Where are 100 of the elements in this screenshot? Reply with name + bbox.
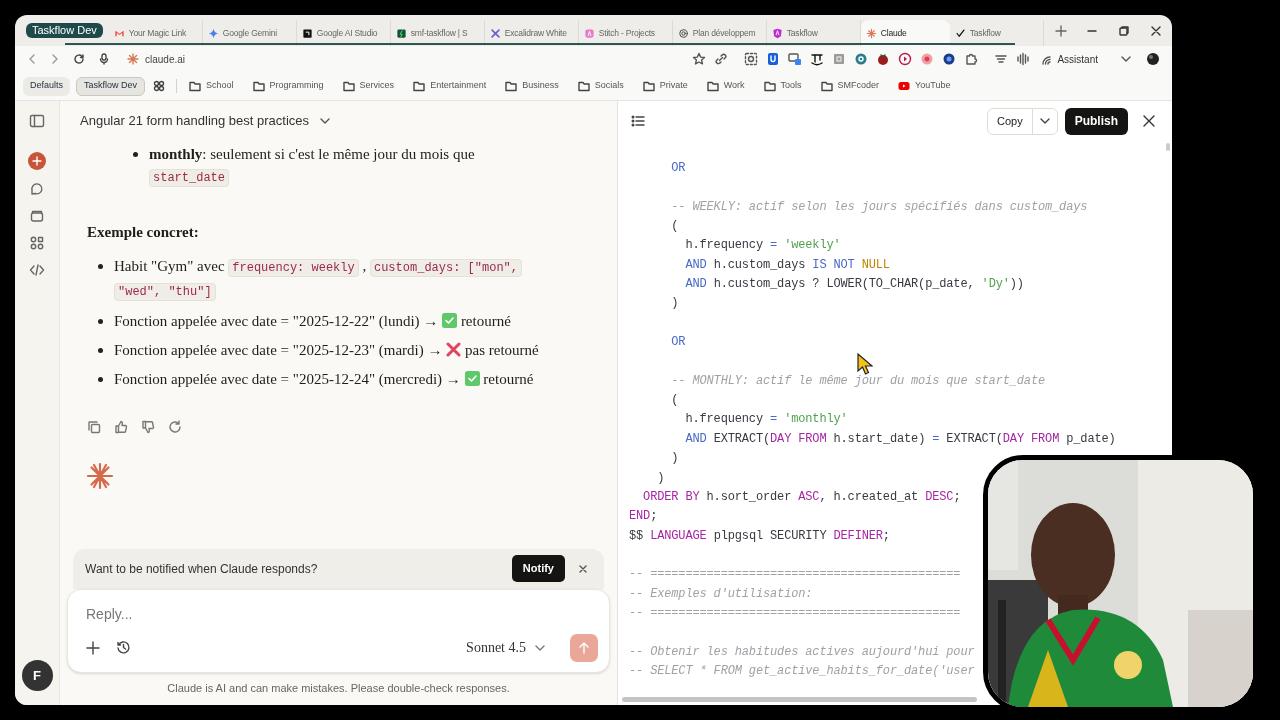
chat-title[interactable]: Angular 21 form handling best practices: [80, 111, 310, 131]
bookmark[interactable]: Private: [642, 79, 688, 93]
list-icon[interactable]: [631, 114, 645, 128]
reload-icon[interactable]: [73, 53, 85, 65]
archive-icon[interactable]: [29, 208, 45, 224]
extension-icon[interactable]: [810, 52, 825, 66]
bookmark[interactable]: Entertainment: [413, 79, 487, 93]
tomato-icon[interactable]: [876, 52, 891, 66]
code-line: ORDER BY h.sort_order ASC, h.created_at DESC;: [642, 488, 961, 506]
tab-title: Taskflow: [969, 26, 1001, 40]
thumbs-up-icon[interactable]: [114, 420, 128, 434]
section-heading: Exemple concret:: [87, 223, 200, 242]
close-icon[interactable]: [578, 563, 588, 574]
restore-icon[interactable]: [1118, 24, 1130, 37]
list-text: pas retourné: [465, 342, 539, 358]
profile-chip[interactable]: Taskflow Dev: [76, 76, 146, 96]
avatar[interactable]: F: [21, 660, 53, 691]
tab-title: Google AI Studio: [316, 26, 378, 40]
code-line: OR: [670, 334, 686, 352]
new-chat-button[interactable]: [28, 152, 46, 170]
list-text: Fonction appelée avec date = "2025-12-24" (mercredi) →: [114, 371, 461, 387]
assistant-label[interactable]: Assistant: [1057, 51, 1098, 67]
tab-group-label[interactable]: Taskflow Dev: [26, 23, 103, 38]
new-tab-icon[interactable]: [1053, 23, 1068, 38]
bullet-icon: [98, 264, 103, 269]
close-icon[interactable]: [1142, 114, 1156, 128]
arrow-up-icon: [577, 640, 591, 655]
list-text: monthly: seulement si c'est le même jour du mois que: [149, 146, 475, 162]
bookmark[interactable]: SMFcoder: [820, 79, 880, 93]
bookmark[interactable]: School: [189, 79, 234, 93]
tab-title: Google Gemini: [222, 26, 277, 40]
knot-icon: [677, 27, 689, 39]
screens-icon[interactable]: [788, 52, 803, 66]
tab-title: Stitch - Projects: [598, 26, 655, 40]
square-icon: [301, 27, 313, 39]
tab-title: Claude: [880, 26, 907, 40]
bookmark[interactable]: Services: [342, 79, 395, 93]
scrollbar-thumb[interactable]: [1166, 143, 1170, 151]
code-line: (: [670, 218, 679, 236]
square-icon: [583, 27, 595, 39]
spark-icon: [127, 53, 139, 65]
code-line: ): [656, 469, 665, 487]
url-text[interactable]: claude.ai: [145, 51, 186, 67]
compass-icon[interactable]: [854, 52, 869, 66]
close-icon[interactable]: [1150, 24, 1162, 37]
bookmark[interactable]: Tools: [763, 79, 802, 93]
bolt-icon: [395, 27, 407, 39]
browser-tab[interactable]: Claude: [860, 20, 950, 46]
plus-icon: [32, 156, 42, 166]
profile-icon[interactable]: [1146, 52, 1160, 66]
bookmark[interactable]: YouTube: [898, 79, 951, 93]
magnifier-icon[interactable]: [744, 52, 759, 66]
shield-icon: [771, 27, 783, 39]
code-line: AND h.custom_days ? LOWER(TO_CHAR(p_date, 'Dy')): [684, 276, 1024, 294]
star-icon[interactable]: [692, 52, 707, 66]
chat-icon[interactable]: [29, 181, 45, 197]
clock-icon[interactable]: [116, 640, 131, 655]
shapes-icon[interactable]: [29, 235, 45, 251]
ring-icon[interactable]: [920, 52, 935, 66]
notify-button[interactable]: Notify: [511, 555, 565, 582]
folder-icon: [413, 80, 426, 92]
forward-icon[interactable]: [50, 53, 60, 65]
sparkle-icon: [207, 27, 219, 39]
scrollbar-thumb[interactable]: [622, 697, 977, 702]
tab-title: Your Magic Link: [128, 26, 186, 40]
model-selector[interactable]: Sonnet 4.5: [466, 637, 546, 658]
puzzle-icon[interactable]: [964, 52, 979, 66]
folder-icon: [342, 80, 355, 92]
microphone-icon[interactable]: [98, 53, 110, 65]
apps-icon[interactable]: [153, 80, 166, 92]
waveform-icon[interactable]: [1016, 52, 1031, 66]
profile-chip[interactable]: Defaults: [23, 76, 71, 96]
cross-icon: [446, 342, 462, 357]
code-line: ): [670, 450, 679, 468]
play-icon[interactable]: [898, 52, 913, 66]
code-line: AND h.custom_days IS NOT NULL: [684, 256, 890, 274]
spark-icon: [86, 462, 114, 490]
folder-icon: [505, 80, 518, 92]
retry-icon[interactable]: [168, 420, 182, 434]
code-icon[interactable]: [29, 262, 45, 278]
lines-icon[interactable]: [994, 52, 1009, 66]
code-line: h.frequency = 'weekly': [684, 237, 841, 255]
bookmark[interactable]: Programming: [252, 79, 324, 93]
cursor-icon: [857, 353, 873, 375]
bookmark[interactable]: Business: [505, 79, 559, 93]
orb-icon[interactable]: [942, 52, 957, 66]
list-text: retourné: [460, 313, 511, 329]
link-icon[interactable]: [714, 52, 729, 66]
shield-icon[interactable]: [766, 52, 781, 66]
code-line: AND EXTRACT(DAY FROM h.start_date) = EXTRACT(DAY FROM p_date): [684, 430, 1116, 448]
reply-box[interactable]: Reply... Sonnet 4.5: [67, 588, 610, 673]
publish-button[interactable]: Publish: [1064, 107, 1128, 135]
copy-icon[interactable]: [87, 420, 101, 434]
plus-icon[interactable]: [86, 640, 100, 655]
bookmark[interactable]: Socials: [577, 79, 624, 93]
back-icon[interactable]: [27, 53, 37, 65]
thumbs-down-icon[interactable]: [141, 420, 155, 434]
bookmark[interactable]: Work: [706, 79, 745, 93]
sidebar-toggle-icon[interactable]: [29, 113, 45, 129]
play-icon: [898, 80, 911, 92]
